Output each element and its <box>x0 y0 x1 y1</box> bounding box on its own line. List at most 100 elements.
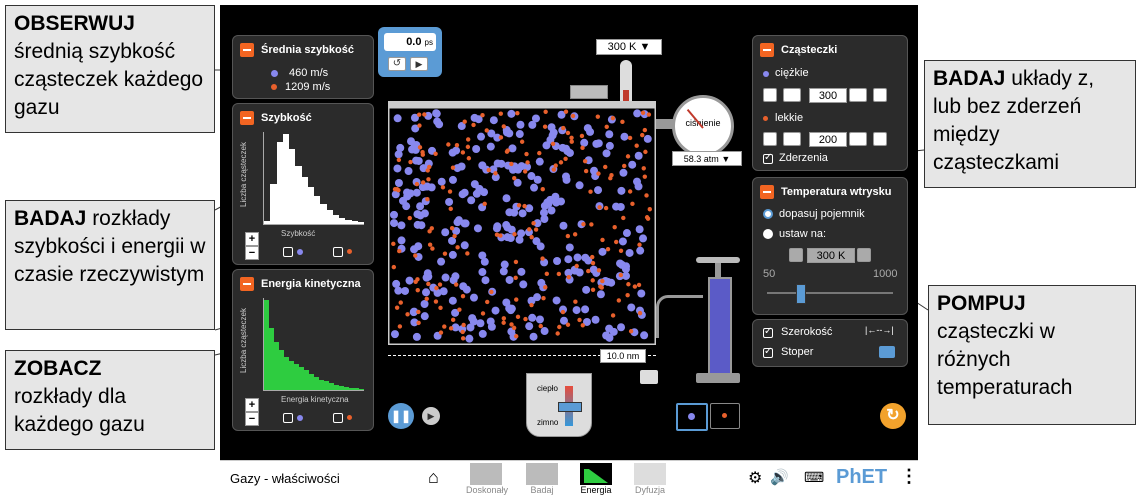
lid-handle[interactable] <box>570 85 608 99</box>
average-speed-panel: Średnia szybkość 460 m/s 1209 m/s <box>232 35 374 99</box>
zoom-in-button[interactable]: + <box>245 232 259 246</box>
heavy-particle <box>460 241 469 250</box>
collapse-button[interactable] <box>760 43 774 57</box>
light-particle <box>486 167 491 173</box>
light-particle <box>522 203 527 209</box>
reset-all-button[interactable]: ↻ <box>880 403 906 429</box>
light-dot-icon <box>763 116 768 121</box>
pump-heavy-button[interactable] <box>676 403 708 431</box>
temperature-slider-thumb[interactable] <box>796 284 807 304</box>
collisions-checkbox[interactable] <box>763 152 773 164</box>
match-container-radio[interactable] <box>763 209 773 219</box>
zoom-out-button[interactable]: − <box>245 246 259 260</box>
tab-energia[interactable]: Energia <box>576 461 616 497</box>
pressure-readout[interactable]: 58.3 atm ▼ <box>672 151 742 166</box>
pump-light-button[interactable] <box>710 403 740 429</box>
light-particle <box>627 135 633 141</box>
heavy-particle <box>562 175 571 184</box>
light-particle <box>450 165 456 170</box>
light-particle <box>498 111 504 116</box>
heavy-particle <box>575 181 584 190</box>
heavy-particle <box>467 196 476 205</box>
heavy-particle <box>634 151 643 160</box>
light-particle <box>543 285 548 290</box>
heavy-increase-fast-button[interactable] <box>849 88 867 102</box>
heavy-particle <box>505 275 514 284</box>
eraser-button[interactable] <box>640 370 658 384</box>
set-temperature-radio[interactable] <box>763 229 773 239</box>
heavy-particle <box>403 188 412 197</box>
light-histogram-checkbox[interactable] <box>333 247 343 257</box>
heavy-particle <box>502 194 511 203</box>
speed-ylabel: Liczba cząsteczek <box>238 142 248 207</box>
light-particle <box>460 150 466 155</box>
heavy-histogram-checkbox[interactable] <box>283 413 293 423</box>
reset-button[interactable]: ↺ <box>388 57 406 71</box>
light-particle <box>596 171 601 176</box>
keyboard-icon[interactable]: ⌨ <box>804 469 824 486</box>
heavy-histogram-checkbox[interactable] <box>283 247 293 257</box>
tab-doskonaly[interactable]: Doskonały <box>466 461 508 497</box>
width-checkbox[interactable] <box>763 326 773 338</box>
step-button[interactable]: ▶ <box>422 407 440 425</box>
heavy-particle <box>515 130 524 139</box>
phet-logo[interactable]: PhET <box>836 466 887 489</box>
light-decrease-fast-button[interactable] <box>783 132 801 146</box>
play-button[interactable]: ▶ <box>410 57 428 71</box>
heavy-particle <box>617 186 626 195</box>
heat-cool-control[interactable]: ciepło zimno <box>526 373 592 437</box>
heavy-particle <box>448 296 457 305</box>
tab-badaj[interactable]: Badaj <box>522 461 562 497</box>
tab-dyfuzja[interactable]: Dyfuzja <box>630 461 670 497</box>
heavy-particle <box>420 312 429 321</box>
speed-xlabel: Szybkość <box>281 229 316 238</box>
light-increase-fast-button[interactable] <box>849 132 867 146</box>
temperature-decrease-button[interactable] <box>789 248 803 262</box>
light-particle <box>493 171 498 176</box>
stopwatch-icon <box>879 346 895 358</box>
heavy-particle <box>636 246 645 255</box>
home-icon[interactable]: ⌂ <box>428 467 439 488</box>
more-menu-icon[interactable]: ⋮ <box>900 466 918 487</box>
heavy-particle <box>517 267 526 276</box>
sound-icon[interactable]: 🔊 <box>770 468 789 486</box>
heavy-particle <box>581 253 590 262</box>
gas-container <box>388 107 656 345</box>
collapse-button[interactable] <box>760 185 774 199</box>
light-particle <box>640 110 646 115</box>
zoom-out-button[interactable]: − <box>245 412 259 426</box>
heavy-particle <box>408 145 417 154</box>
collapse-button[interactable] <box>240 277 254 291</box>
heavy-particle <box>605 130 614 139</box>
heavy-particle <box>497 159 506 168</box>
light-particle <box>538 323 543 329</box>
light-particle <box>391 241 396 247</box>
thermometer-readout[interactable]: 300 K ▼ <box>596 39 662 55</box>
heavy-decrease-button[interactable] <box>763 88 777 102</box>
set-temperature-label: ustaw na: <box>779 228 827 240</box>
gear-icon[interactable]: ⚙ <box>748 468 762 488</box>
light-histogram-checkbox[interactable] <box>333 413 343 423</box>
heavy-avg-speed: 460 m/s <box>289 67 329 79</box>
light-particle <box>529 234 534 240</box>
collapse-button[interactable] <box>240 43 254 57</box>
light-decrease-button[interactable] <box>763 132 777 146</box>
light-dot-icon <box>347 415 352 420</box>
stopwatch[interactable]: 0.0 ps ↺ ▶ <box>378 27 442 77</box>
light-particle <box>438 330 444 335</box>
collapse-button[interactable] <box>240 111 254 125</box>
heavy-particle <box>552 296 561 305</box>
temperature-slider-track[interactable] <box>767 292 893 294</box>
stopwatch-checkbox[interactable] <box>763 346 773 358</box>
light-particle <box>646 112 652 117</box>
light-increase-button[interactable] <box>873 132 887 146</box>
heavy-decrease-fast-button[interactable] <box>783 88 801 102</box>
heavy-particle <box>622 229 631 238</box>
light-particle <box>529 302 534 308</box>
light-particle <box>516 203 522 208</box>
pump-hose <box>656 295 703 338</box>
zoom-in-button[interactable]: + <box>245 398 259 412</box>
heavy-increase-button[interactable] <box>873 88 887 102</box>
temperature-increase-button[interactable] <box>857 248 871 262</box>
pause-button[interactable]: ❚❚ <box>388 403 414 429</box>
